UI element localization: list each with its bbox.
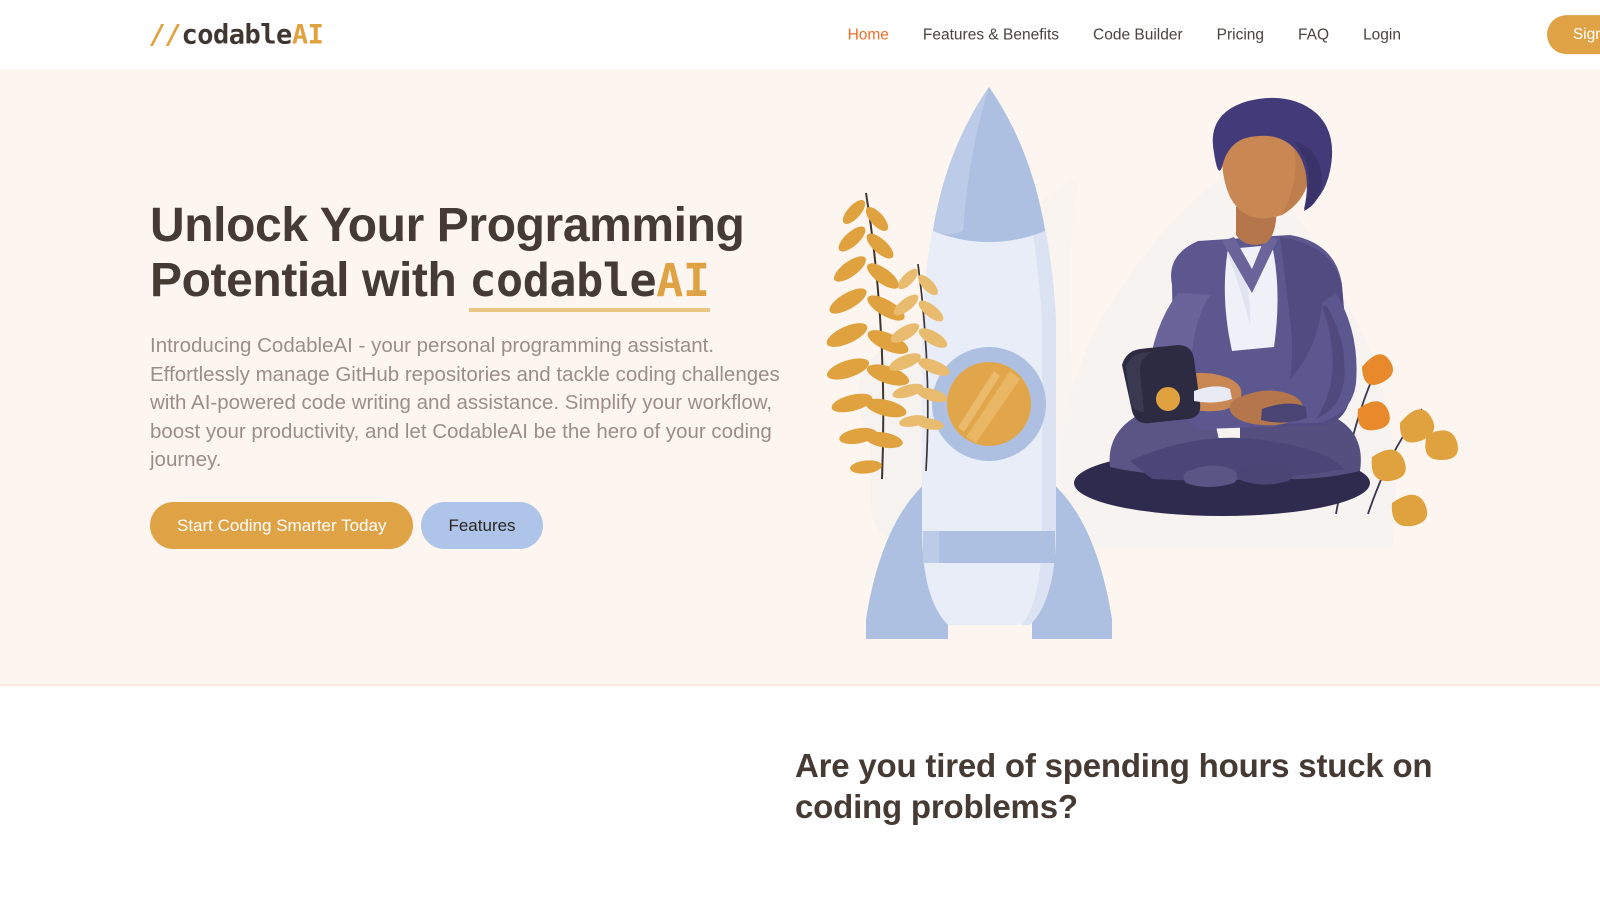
site-logo[interactable]: //codable AI: [150, 19, 324, 50]
hero-title-line1: Unlock Your Programming: [150, 199, 745, 252]
main-navigation: Home Features & Benefits Code Builder Pr…: [831, 27, 1418, 43]
nav-item-features[interactable]: Features & Benefits: [906, 27, 1076, 43]
page-root: //codable AI Home Features & Benefits Cod…: [0, 0, 1600, 900]
hero-brand: codableAI: [469, 254, 710, 313]
start-coding-button[interactable]: Start Coding Smarter Today: [150, 501, 414, 550]
nav-item-code-builder[interactable]: Code Builder: [1076, 27, 1200, 43]
site-header: //codable AI Home Features & Benefits Cod…: [0, 0, 1600, 69]
hero-brand-codable: codable: [469, 254, 657, 308]
hero-brand-ai: AI: [656, 254, 710, 308]
logo-ai: AI: [291, 19, 324, 50]
nav-item-home[interactable]: Home: [831, 27, 906, 43]
nav-item-faq[interactable]: FAQ: [1281, 27, 1346, 43]
sign-up-button[interactable]: Sign Up: [1546, 14, 1600, 55]
logo-word: codable: [181, 19, 293, 50]
nav-item-login[interactable]: Login: [1346, 27, 1418, 43]
problem-statement-heading: Are you tired of spending hours stuck on…: [795, 747, 1433, 825]
problem-statement-section: Are you tired of spending hours stuck on…: [0, 686, 1600, 900]
hero-illustration: [770, 79, 1470, 659]
hero-title: Unlock Your Programming Potential with c…: [150, 198, 800, 313]
features-button[interactable]: Features: [421, 501, 543, 550]
hero-title-line2-prefix: Potential with: [150, 254, 470, 308]
hero-subtitle: Introducing CodableAI - your personal pr…: [150, 334, 780, 472]
hero-section: Unlock Your Programming Potential with c…: [0, 69, 1600, 686]
hero-cta-group: Start Coding Smarter Today Features: [150, 501, 800, 550]
nav-item-pricing[interactable]: Pricing: [1200, 27, 1281, 43]
logo-slashes-icon: //: [150, 19, 182, 50]
hero-text-block: Unlock Your Programming Potential with c…: [150, 198, 800, 550]
